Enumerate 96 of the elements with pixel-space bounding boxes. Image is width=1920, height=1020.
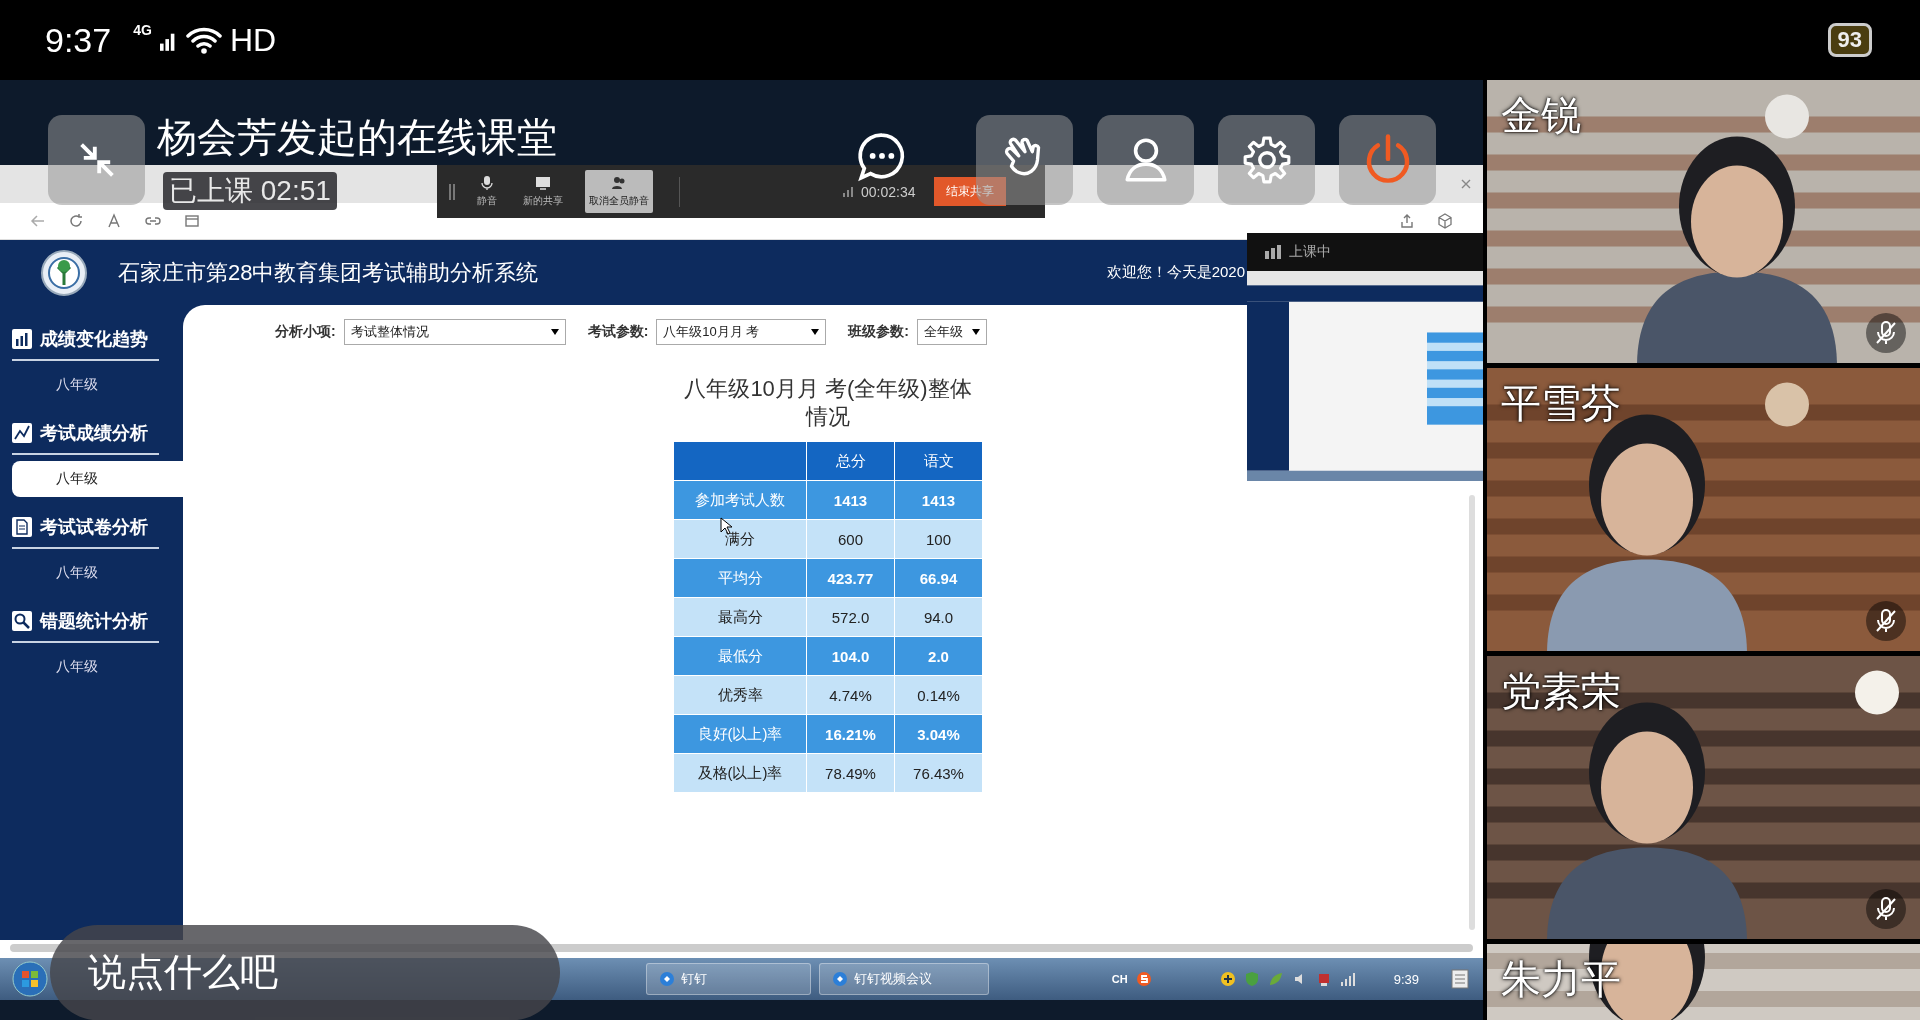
screen-icon bbox=[535, 175, 551, 191]
settings-button[interactable] bbox=[1218, 115, 1315, 205]
font-icon[interactable] bbox=[106, 213, 122, 229]
caret-icon bbox=[550, 329, 559, 335]
toolbar-button[interactable]: 静音 bbox=[473, 170, 501, 213]
column-header: 语文 bbox=[894, 441, 983, 481]
start-button[interactable] bbox=[12, 961, 48, 997]
cube-icon[interactable] bbox=[1437, 213, 1453, 229]
filter-dropdown[interactable]: 全年级 bbox=[917, 319, 987, 345]
signal-icon[interactable] bbox=[1339, 971, 1356, 987]
search-icon bbox=[12, 611, 32, 631]
end-share-button[interactable]: 结束共享 bbox=[933, 177, 1006, 206]
filter-label: 班级参数: bbox=[848, 323, 909, 341]
app-icon bbox=[659, 971, 675, 987]
network-type: 4G bbox=[133, 22, 152, 38]
taskbar-clock: 9:39 bbox=[1393, 971, 1419, 987]
table-cell: 参加考试人数 bbox=[673, 480, 807, 520]
signal-icon bbox=[1265, 245, 1281, 259]
app-icon bbox=[832, 971, 848, 987]
table-cell: 最高分 bbox=[673, 597, 807, 637]
filter-dropdown[interactable]: 八年级10月月 考 bbox=[656, 319, 827, 345]
table-cell: 423.77 bbox=[806, 558, 895, 598]
participant-name: 金锐 bbox=[1501, 92, 1581, 139]
table-cell: 66.94 bbox=[894, 558, 983, 598]
table-cell: 76.43% bbox=[894, 753, 983, 793]
caret-icon bbox=[972, 329, 980, 335]
power-button[interactable] bbox=[1339, 115, 1436, 205]
class-status: 上课中 bbox=[1289, 243, 1331, 261]
notes-icon[interactable] bbox=[1451, 969, 1469, 989]
wifi-icon bbox=[185, 26, 222, 54]
app-title: 石家庄市第28中教育集团考试辅助分析系统 bbox=[118, 258, 539, 287]
meeting-title: 杨会芳发起的在线课堂 bbox=[157, 114, 557, 161]
table-cell: 及格(以上)率 bbox=[673, 753, 807, 793]
filter-label: 考试参数: bbox=[587, 323, 649, 341]
table-cell: 2.0 bbox=[894, 636, 983, 676]
back-icon[interactable] bbox=[30, 213, 46, 229]
signal-icon bbox=[843, 186, 855, 197]
participants-button[interactable] bbox=[1097, 115, 1194, 205]
sidebar-section[interactable]: 考试试卷分析 bbox=[12, 505, 159, 549]
close-icon[interactable] bbox=[1461, 179, 1471, 189]
table-cell: 优秀率 bbox=[673, 675, 807, 715]
tray-icon[interactable] bbox=[1219, 971, 1236, 987]
refresh-icon[interactable] bbox=[68, 213, 84, 229]
drag-handle-icon[interactable] bbox=[449, 183, 455, 200]
window-icon[interactable] bbox=[184, 213, 200, 229]
participant-name: 平雪芬 bbox=[1501, 380, 1621, 427]
sidebar-section[interactable]: 考试成绩分析 bbox=[12, 411, 159, 455]
table-cell: 600 bbox=[806, 519, 895, 559]
toolbar-button[interactable]: 取消全员静音 bbox=[585, 170, 653, 213]
sidebar-item[interactable]: 八年级 bbox=[12, 461, 183, 497]
vertical-scrollbar[interactable] bbox=[1469, 495, 1475, 930]
share-icon[interactable] bbox=[1399, 213, 1415, 229]
caret-icon bbox=[811, 329, 820, 335]
table-cell: 1413 bbox=[806, 480, 895, 520]
filter-label: 分析小项: bbox=[275, 323, 336, 341]
sidebar-item[interactable]: 八年级 bbox=[12, 649, 183, 685]
table-cell: 平均分 bbox=[673, 558, 807, 598]
table-cell: 4.74% bbox=[806, 675, 895, 715]
report-title: 八年级10月月 考(全年级)整体情况 bbox=[683, 375, 973, 431]
table-cell: 78.49% bbox=[806, 753, 895, 793]
table-cell: 16.21% bbox=[806, 714, 895, 754]
welcome-text: 欢迎您！今天是2020 bbox=[1106, 263, 1245, 282]
document-icon bbox=[12, 517, 32, 537]
table-cell: 3.04% bbox=[894, 714, 983, 754]
sidebar-section[interactable]: 成绩变化趋势 bbox=[12, 317, 159, 361]
sidebar-item[interactable]: 八年级 bbox=[12, 367, 183, 403]
input-method-label[interactable]: CH bbox=[1111, 973, 1128, 985]
table-cell: 1413 bbox=[894, 480, 983, 520]
mic-icon bbox=[479, 175, 495, 191]
filter-dropdown[interactable]: 考试整体情况 bbox=[343, 319, 566, 345]
clock-time: 9:37 bbox=[45, 20, 112, 60]
hd-label: HD bbox=[229, 21, 277, 59]
table-cell: 572.0 bbox=[806, 597, 895, 637]
sidebar-item[interactable]: 八年级 bbox=[12, 555, 183, 591]
participant-name: 党素荣 bbox=[1501, 668, 1621, 715]
collapse-button[interactable] bbox=[48, 115, 145, 205]
sidebar-section[interactable]: 错题统计分析 bbox=[12, 599, 159, 643]
screen-preview[interactable]: 上课中 bbox=[1247, 233, 1483, 481]
column-header: 总分 bbox=[806, 441, 895, 481]
table-cell: 最低分 bbox=[673, 636, 807, 676]
comment-field[interactable]: 说点什么吧 bbox=[50, 925, 560, 1020]
table-cell: 0.14% bbox=[894, 675, 983, 715]
bar-chart-icon bbox=[12, 329, 32, 349]
table-cell: 满分 bbox=[673, 519, 807, 559]
battery-indicator: 93 bbox=[1827, 23, 1872, 57]
school-emblem-icon bbox=[40, 248, 88, 297]
table-cell: 100 bbox=[894, 519, 983, 559]
people-icon bbox=[611, 175, 627, 191]
sogou-icon[interactable] bbox=[1135, 971, 1152, 987]
table-cell: 94.0 bbox=[894, 597, 983, 637]
table-cell: 104.0 bbox=[806, 636, 895, 676]
elapsed-time: 已上课 02:51 bbox=[163, 172, 337, 210]
table-cell: 良好(以上)率 bbox=[673, 714, 807, 754]
share-timer: 00:02:34 bbox=[861, 183, 916, 200]
line-chart-icon bbox=[12, 423, 32, 443]
toolbar-button[interactable]: 新的共享 bbox=[519, 170, 567, 213]
